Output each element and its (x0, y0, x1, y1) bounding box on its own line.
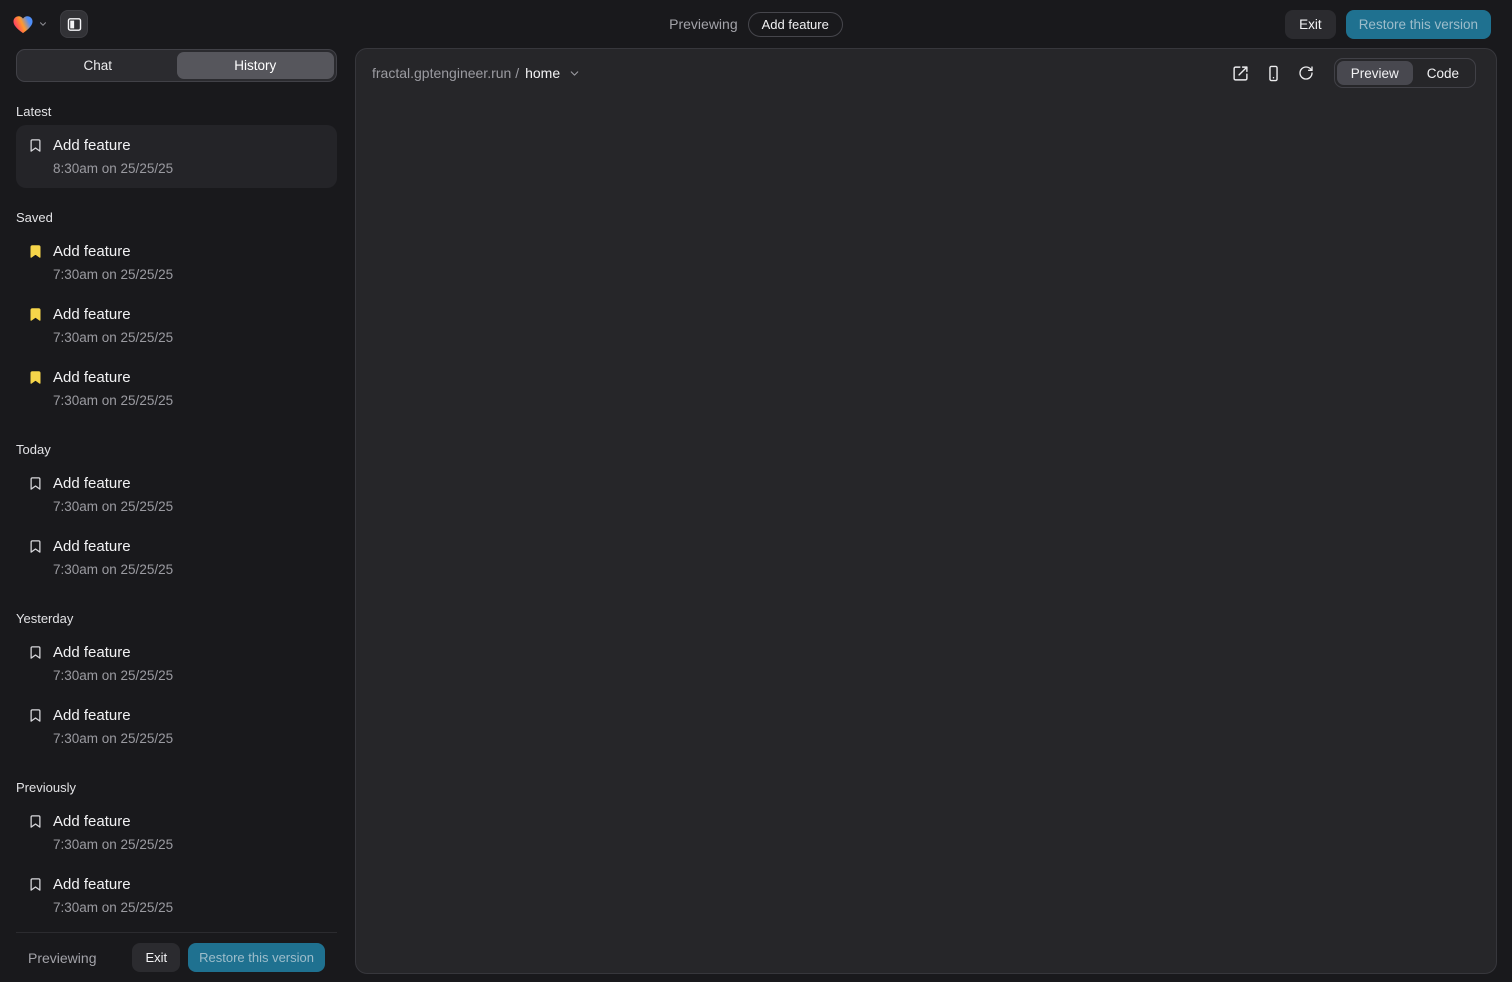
history-sidebar: Chat History Latest Add feature 8:30am o… (0, 48, 337, 982)
smartphone-icon (1265, 65, 1282, 82)
history-item[interactable]: Add feature 7:30am on 25/25/25 (16, 632, 337, 695)
history-item[interactable]: Add feature 8:30am on 25/25/25 (16, 125, 337, 188)
chevron-down-icon (38, 19, 48, 29)
history-item[interactable]: Add feature 7:30am on 25/25/25 (16, 695, 337, 758)
refresh-button[interactable] (1298, 65, 1314, 81)
history-item[interactable]: Add feature 7:30am on 25/25/25 (16, 526, 337, 589)
sidebar-toggle-button[interactable] (60, 10, 88, 38)
restore-version-button[interactable]: Restore this version (1346, 10, 1491, 39)
tab-history[interactable]: History (177, 52, 335, 79)
bookmark-icon (28, 539, 43, 554)
version-badge[interactable]: Add feature (748, 12, 843, 37)
history-section: Saved Add feature 7:30am on 25/25/25 Add… (16, 210, 337, 420)
history-item[interactable]: Add feature 7:30am on 25/25/25 (16, 294, 337, 357)
tab-chat[interactable]: Chat (19, 52, 177, 79)
history-item[interactable]: Add feature 7:30am on 25/25/25 (16, 864, 337, 927)
previewing-status-label: Previewing (28, 950, 96, 966)
brand-menu[interactable] (12, 14, 48, 34)
history-item-timestamp: 8:30am on 25/25/25 (53, 159, 173, 178)
history-item-title: Add feature (53, 241, 173, 262)
history-item-title: Add feature (53, 536, 173, 557)
exit-button[interactable]: Exit (132, 943, 180, 972)
history-item-timestamp: 7:30am on 25/25/25 (53, 391, 173, 410)
history-item-title: Add feature (53, 473, 173, 494)
history-item-timestamp: 7:30am on 25/25/25 (53, 835, 173, 854)
preview-code-tab-group: Preview Code (1334, 58, 1476, 88)
history-item-timestamp: 7:30am on 25/25/25 (53, 560, 173, 579)
bookmark-icon (28, 370, 43, 385)
history-item-title: Add feature (53, 135, 173, 156)
history-item-timestamp: 7:30am on 25/25/25 (53, 328, 173, 347)
history-item[interactable]: Add feature 7:30am on 25/25/25 (16, 801, 337, 864)
bookmark-icon (28, 138, 43, 153)
main-layout: Chat History Latest Add feature 8:30am o… (0, 48, 1512, 982)
bookmark-icon (28, 708, 43, 723)
history-item-title: Add feature (53, 304, 173, 325)
previewing-status-label: Previewing (669, 16, 737, 32)
bookmark-icon (28, 476, 43, 491)
section-items: Add feature 7:30am on 25/25/25 Add featu… (16, 801, 337, 927)
history-section: Yesterday Add feature 7:30am on 25/25/25… (16, 611, 337, 758)
history-item-timestamp: 7:30am on 25/25/25 (53, 497, 173, 516)
bookmark-icon (28, 645, 43, 660)
sidebar-footer: Previewing Exit Restore this version (16, 932, 337, 982)
refresh-icon (1298, 65, 1314, 81)
topbar: Previewing Add feature Exit Restore this… (0, 0, 1512, 48)
history-list[interactable]: Latest Add feature 8:30am on 25/25/25 Sa… (16, 82, 337, 932)
lovable-heart-icon (12, 14, 34, 34)
history-item[interactable]: Add feature 7:30am on 25/25/25 (16, 231, 337, 294)
bookmark-icon (28, 814, 43, 829)
section-title: Today (16, 442, 337, 457)
sidebar-tab-group: Chat History (16, 49, 337, 82)
section-title: Saved (16, 210, 337, 225)
history-section: Latest Add feature 8:30am on 25/25/25 (16, 104, 337, 188)
tab-preview[interactable]: Preview (1337, 61, 1413, 85)
history-item-title: Add feature (53, 705, 173, 726)
section-items: Add feature 7:30am on 25/25/25 Add featu… (16, 632, 337, 758)
history-item[interactable]: Add feature 7:30am on 25/25/25 (16, 357, 337, 420)
history-item[interactable]: Add feature 7:30am on 25/25/25 (16, 463, 337, 526)
history-section: Previously Add feature 7:30am on 25/25/2… (16, 780, 337, 927)
section-title: Latest (16, 104, 337, 119)
preview-url-selector[interactable]: fractal.gptengineer.run / home (372, 65, 581, 81)
history-item-timestamp: 7:30am on 25/25/25 (53, 729, 173, 748)
preview-iframe-area[interactable] (356, 97, 1496, 973)
chevron-down-icon (568, 67, 581, 80)
section-items: Add feature 7:30am on 25/25/25 Add featu… (16, 231, 337, 420)
history-item-title: Add feature (53, 642, 173, 663)
history-item-timestamp: 7:30am on 25/25/25 (53, 265, 173, 284)
preview-panel: fractal.gptengineer.run / home (355, 48, 1497, 974)
history-item-title: Add feature (53, 811, 173, 832)
bookmark-icon (28, 877, 43, 892)
section-title: Previously (16, 780, 337, 795)
history-section: Today Add feature 7:30am on 25/25/25 Add… (16, 442, 337, 589)
tab-code[interactable]: Code (1413, 61, 1473, 85)
history-item-timestamp: 7:30am on 25/25/25 (53, 898, 173, 917)
history-item-timestamp: 7:30am on 25/25/25 (53, 666, 173, 685)
external-link-icon (1232, 65, 1249, 82)
history-item-title: Add feature (53, 874, 173, 895)
preview-url-page: home (525, 65, 560, 81)
preview-header: fractal.gptengineer.run / home (356, 49, 1496, 97)
open-in-new-tab-button[interactable] (1232, 65, 1249, 82)
bookmark-icon (28, 307, 43, 322)
exit-button[interactable]: Exit (1285, 10, 1336, 39)
preview-url-prefix: fractal.gptengineer.run / (372, 65, 519, 81)
mobile-view-button[interactable] (1265, 65, 1282, 82)
section-items: Add feature 8:30am on 25/25/25 (16, 125, 337, 188)
bookmark-icon (28, 244, 43, 259)
sidebar-panel-icon (66, 16, 83, 33)
restore-version-button[interactable]: Restore this version (188, 943, 325, 972)
section-items: Add feature 7:30am on 25/25/25 Add featu… (16, 463, 337, 589)
history-item-title: Add feature (53, 367, 173, 388)
section-title: Yesterday (16, 611, 337, 626)
preview-header-actions: Preview Code (1232, 58, 1476, 88)
